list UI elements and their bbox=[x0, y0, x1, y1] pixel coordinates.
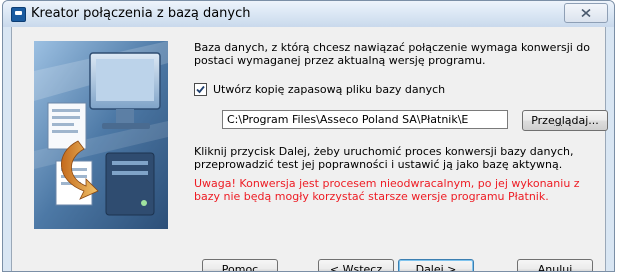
window-title: Kreator połączenia z bazą danych bbox=[31, 6, 251, 21]
help-button[interactable]: Pomoc bbox=[202, 259, 278, 272]
browse-button[interactable]: Przeglądaj... bbox=[522, 110, 608, 131]
back-label-key: W bbox=[342, 263, 354, 272]
back-button[interactable]: < Wstecz bbox=[318, 259, 394, 272]
intro-text: Baza danych, z którą chcesz nawiązać poł… bbox=[194, 41, 591, 67]
browse-label-key: g bbox=[554, 114, 562, 127]
close-button[interactable] bbox=[564, 3, 608, 23]
wizard-window: Kreator połączenia z bazą danych Baza da… bbox=[2, 0, 615, 272]
computer-illustration-icon bbox=[34, 41, 168, 229]
cancel-button[interactable]: Anuluj bbox=[517, 259, 593, 272]
help-label-post: omoc bbox=[228, 263, 259, 272]
close-icon bbox=[581, 9, 591, 17]
title-bar[interactable]: Kreator połączenia z bazą danych bbox=[3, 1, 614, 27]
next-label-post: alej > bbox=[424, 263, 457, 272]
wizard-illustration bbox=[34, 41, 168, 229]
back-label-post: stecz bbox=[353, 263, 383, 272]
checkmark-icon bbox=[196, 85, 205, 93]
next-label-key: D bbox=[415, 263, 425, 272]
backup-checkbox[interactable] bbox=[194, 82, 207, 96]
warning-text: Uwaga! Konwersja jest procesem nieodwrac… bbox=[194, 177, 580, 203]
backup-checkbox-label: Utwórz kopię zapasową pliku bazy danych bbox=[213, 82, 446, 96]
next-button[interactable]: Dalej > bbox=[398, 259, 474, 272]
app-icon bbox=[11, 7, 26, 22]
backup-option[interactable]: Utwórz kopię zapasową pliku bazy danych bbox=[194, 81, 445, 97]
instructions-text: Kliknij przycisk Dalej, żeby uruchomić p… bbox=[194, 145, 574, 171]
database-path-input[interactable]: C:\Program Files\Asseco Poland SA\Płatni… bbox=[222, 110, 508, 129]
browse-label-post: lądaj... bbox=[561, 114, 599, 127]
dialog-body: Baza danych, z którą chcesz nawiązać poł… bbox=[11, 27, 608, 272]
back-label-pre: < bbox=[329, 263, 343, 272]
cancel-label-post: nuluj bbox=[545, 263, 573, 272]
browse-label-pre: Prze bbox=[531, 114, 555, 127]
